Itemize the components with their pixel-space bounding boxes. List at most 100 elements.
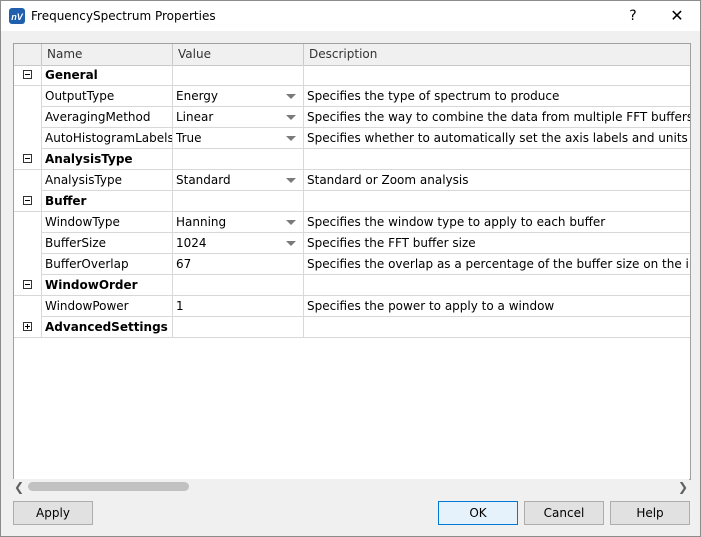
close-button[interactable]: ✕	[655, 1, 699, 31]
dropdown-arrow-icon[interactable]	[286, 241, 296, 246]
property-description	[304, 275, 690, 296]
row-gutter	[14, 107, 42, 128]
property-value-text: Energy	[176, 89, 219, 103]
property-grid: Name Value Description General OutputType…	[13, 43, 691, 480]
svg-text:nV: nV	[11, 12, 23, 22]
property-value-text: 1	[176, 299, 184, 313]
property-name[interactable]: WindowPower	[42, 296, 173, 317]
window-title: FrequencySpectrum Properties	[31, 9, 216, 23]
apply-button[interactable]: Apply	[13, 501, 93, 525]
property-value[interactable]: Standard	[173, 170, 304, 191]
row-gutter	[14, 254, 42, 275]
row-gutter	[14, 275, 42, 296]
properties-dialog: nV FrequencySpectrum Properties ? ✕ Name…	[0, 0, 701, 537]
property-value	[173, 65, 304, 86]
header-gutter	[14, 44, 42, 65]
row-gutter	[14, 65, 42, 86]
property-value[interactable]: Energy	[173, 86, 304, 107]
property-description	[304, 65, 690, 86]
property-value-text: Linear	[176, 110, 214, 124]
cancel-button[interactable]: Cancel	[524, 501, 604, 525]
category-name[interactable]: Buffer	[42, 191, 173, 212]
property-description: Specifies the way to combine the data fr…	[304, 107, 690, 128]
property-value[interactable]: 1024	[173, 233, 304, 254]
property-value	[173, 317, 304, 338]
property-value-text: 1024	[176, 236, 207, 250]
horizontal-scrollbar[interactable]: ❮ ❯	[13, 479, 689, 495]
category-row[interactable]: AnalysisType	[14, 149, 690, 170]
property-description	[304, 149, 690, 170]
property-name[interactable]: BufferSize	[42, 233, 173, 254]
category-row[interactable]: AdvancedSettings	[14, 317, 690, 338]
dropdown-arrow-icon[interactable]	[286, 115, 296, 120]
property-name[interactable]: AutoHistogramLabels	[42, 128, 173, 149]
property-description: Specifies whether to automatically set t…	[304, 128, 690, 149]
ok-button[interactable]: OK	[438, 501, 518, 525]
column-header-description[interactable]: Description	[304, 44, 690, 65]
dropdown-arrow-icon[interactable]	[286, 178, 296, 183]
title-bar[interactable]: nV FrequencySpectrum Properties ? ✕	[1, 1, 700, 31]
category-row[interactable]: Buffer	[14, 191, 690, 212]
property-value	[173, 149, 304, 170]
category-name[interactable]: AnalysisType	[42, 149, 173, 170]
property-value-text: True	[176, 131, 202, 145]
property-row[interactable]: WindowType Hanning Specifies the window ty…	[14, 212, 690, 233]
property-value[interactable]: 67	[173, 254, 304, 275]
property-value[interactable]: Hanning	[173, 212, 304, 233]
collapse-icon[interactable]	[23, 70, 32, 79]
property-row[interactable]: BufferOverlap 67 Specifies the overlap as …	[14, 254, 690, 275]
property-row[interactable]: OutputType Energy Specifies the type of sp…	[14, 86, 690, 107]
column-header-name[interactable]: Name	[42, 44, 173, 65]
scroll-right-icon[interactable]: ❯	[677, 481, 689, 493]
dropdown-arrow-icon[interactable]	[286, 94, 296, 99]
property-description	[304, 191, 690, 212]
property-name[interactable]: AnalysisType	[42, 170, 173, 191]
category-row[interactable]: WindowOrder	[14, 275, 690, 296]
property-description: Standard or Zoom analysis	[304, 170, 690, 191]
grid-empty-area	[14, 338, 690, 478]
row-gutter	[14, 191, 42, 212]
property-row[interactable]: AnalysisType Standard Standard or Zoom ana…	[14, 170, 690, 191]
row-gutter	[14, 317, 42, 338]
scroll-thumb[interactable]	[28, 482, 189, 491]
property-value-text: Hanning	[176, 215, 227, 229]
row-gutter	[14, 149, 42, 170]
property-description: Specifies the power to apply to a window	[304, 296, 690, 317]
category-name[interactable]: General	[42, 65, 173, 86]
property-description	[304, 317, 690, 338]
property-row[interactable]: BufferSize 1024 Specifies the FFT buffer s…	[14, 233, 690, 254]
row-gutter	[14, 212, 42, 233]
property-name[interactable]: BufferOverlap	[42, 254, 173, 275]
grid-header: Name Value Description	[14, 44, 690, 66]
property-description: Specifies the type of spectrum to produc…	[304, 86, 690, 107]
category-name[interactable]: AdvancedSettings	[42, 317, 173, 338]
dropdown-arrow-icon[interactable]	[286, 136, 296, 141]
help-button[interactable]: Help	[610, 501, 690, 525]
property-description: Specifies the FFT buffer size	[304, 233, 690, 254]
property-name[interactable]: AveragingMethod	[42, 107, 173, 128]
property-value[interactable]: Linear	[173, 107, 304, 128]
property-row[interactable]: AutoHistogramLabels True Specifies whether…	[14, 128, 690, 149]
row-gutter	[14, 170, 42, 191]
property-value[interactable]: 1	[173, 296, 304, 317]
row-gutter	[14, 296, 42, 317]
property-name[interactable]: OutputType	[42, 86, 173, 107]
scroll-left-icon[interactable]: ❮	[13, 481, 25, 493]
category-row[interactable]: General	[14, 65, 690, 86]
property-value[interactable]: True	[173, 128, 304, 149]
collapse-icon[interactable]	[23, 154, 32, 163]
category-name[interactable]: WindowOrder	[42, 275, 173, 296]
property-row[interactable]: AveragingMethod Linear Specifies the way t…	[14, 107, 690, 128]
help-title-button[interactable]: ?	[611, 1, 655, 31]
property-value	[173, 275, 304, 296]
property-name[interactable]: WindowType	[42, 212, 173, 233]
collapse-icon[interactable]	[23, 196, 32, 205]
column-header-value[interactable]: Value	[173, 44, 304, 65]
property-row[interactable]: WindowPower 1 Specifies the power to apply…	[14, 296, 690, 317]
row-gutter	[14, 233, 42, 254]
app-logo-icon: nV	[9, 8, 25, 24]
expand-icon[interactable]	[23, 322, 32, 331]
collapse-icon[interactable]	[23, 280, 32, 289]
property-value	[173, 191, 304, 212]
dropdown-arrow-icon[interactable]	[286, 220, 296, 225]
